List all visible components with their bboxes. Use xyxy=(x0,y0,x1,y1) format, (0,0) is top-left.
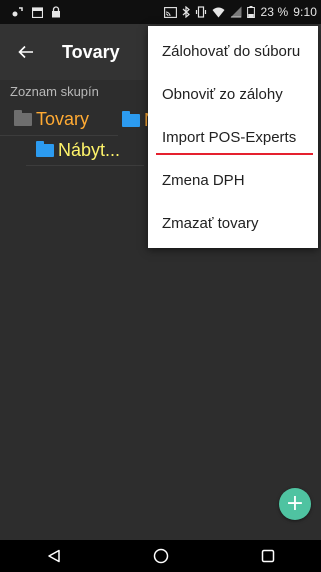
menu-item-delete-goods[interactable]: Zmazať tovary xyxy=(148,202,318,245)
add-fab-button[interactable]: + xyxy=(279,488,311,520)
folder-icon xyxy=(122,110,140,127)
app-screen: 23 % 9:10 Tovary Zoznam skupín Tovary N … xyxy=(0,0,321,572)
folder-item-nabytok[interactable]: Nábyt... xyxy=(26,136,144,166)
signal-icon xyxy=(230,5,242,19)
folder-label: Tovary xyxy=(36,109,90,129)
status-left-icons xyxy=(12,5,61,19)
calendar-icon xyxy=(32,5,43,19)
recents-square-icon xyxy=(261,549,274,563)
page-title: Tovary xyxy=(62,41,120,62)
nav-back-button[interactable] xyxy=(34,540,74,572)
menu-item-import-pos-experts[interactable]: Import POS-Experts xyxy=(148,116,318,159)
menu-item-restore-from-backup[interactable]: Obnoviť zo zálohy xyxy=(148,73,318,116)
menu-item-label: Import POS-Experts xyxy=(162,129,297,146)
cast-icon xyxy=(164,5,178,19)
folder-icon xyxy=(14,110,32,126)
back-button[interactable] xyxy=(6,24,46,80)
group-list-label: Zoznam skupín xyxy=(10,84,99,99)
folder-item-tovary[interactable]: Tovary xyxy=(0,104,118,136)
nav-home-button[interactable] xyxy=(141,540,181,572)
wifi-icon xyxy=(212,5,225,19)
menu-item-label: Zmazať tovary xyxy=(162,215,259,232)
folder-icon xyxy=(36,141,54,157)
menu-item-change-vat[interactable]: Zmena DPH xyxy=(148,159,318,202)
clock: 9:10 xyxy=(293,5,317,19)
folder-label: Nábyt... xyxy=(58,140,121,160)
status-right-icons: 23 % 9:10 xyxy=(164,5,317,19)
nav-recents-button[interactable] xyxy=(248,540,288,572)
home-circle-icon xyxy=(153,548,168,564)
plus-icon: + xyxy=(285,491,305,516)
battery-icon xyxy=(247,5,256,19)
menu-item-label: Zmena DPH xyxy=(162,172,245,189)
arrow-back-icon xyxy=(18,45,33,59)
overflow-menu: Zálohovať do súboru Obnoviť zo zálohy Im… xyxy=(148,26,318,248)
bluetooth-icon xyxy=(182,5,191,19)
menu-item-label: Obnoviť zo zálohy xyxy=(162,86,283,103)
battery-percent: 23 % xyxy=(260,5,289,19)
vibrate-icon xyxy=(195,5,207,19)
navigation-bar xyxy=(0,540,321,572)
notification-icon xyxy=(12,5,24,19)
menu-item-label: Zálohovať do súboru xyxy=(162,43,301,60)
status-bar: 23 % 9:10 xyxy=(0,0,321,24)
red-underline-annotation xyxy=(156,153,313,155)
menu-item-backup-to-file[interactable]: Zálohovať do súboru xyxy=(148,30,318,73)
lock-icon xyxy=(51,5,61,19)
back-triangle-icon xyxy=(47,549,60,563)
